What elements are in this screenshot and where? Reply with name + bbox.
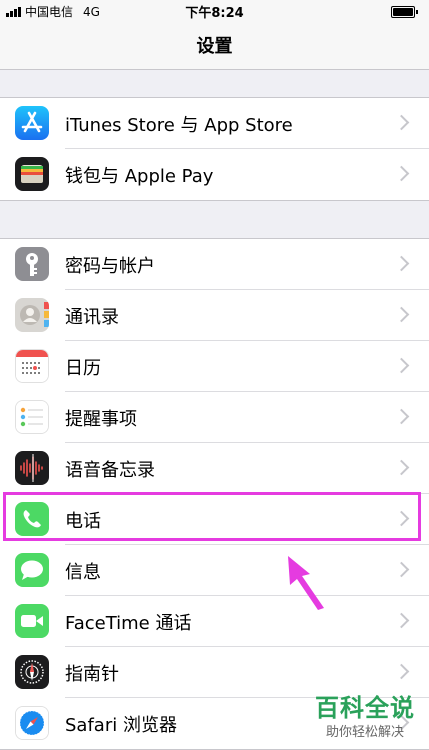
messages-icon	[15, 553, 49, 587]
chevron-right-icon	[393, 255, 410, 272]
settings-item-label: 密码与帐户	[65, 256, 155, 277]
app-store-icon	[15, 106, 49, 140]
settings-item-label: 信息	[65, 562, 101, 583]
wallet-icon	[15, 157, 49, 191]
settings-group-stores: iTunes Store 与 App Store 钱包与 Apple Pay	[0, 97, 429, 201]
safari-icon	[15, 706, 49, 740]
settings-item-label: Safari 浏览器	[65, 715, 177, 736]
chevron-right-icon	[393, 408, 410, 425]
status-time: 下午8:24	[185, 6, 244, 21]
highlight-box	[3, 492, 421, 541]
watermark: 百科全说 助你轻松解决	[315, 688, 415, 740]
settings-item-label: iTunes Store 与 App Store	[65, 115, 293, 136]
voice-memos-icon	[15, 451, 49, 485]
compass-icon	[15, 655, 49, 689]
settings-item-messages[interactable]: 信息	[0, 545, 429, 596]
nav-bar: 设置	[0, 22, 429, 70]
settings-item-label: 通讯录	[65, 307, 119, 328]
chevron-right-icon	[393, 306, 410, 323]
watermark-title: 百科全说	[315, 694, 415, 722]
status-bar: 中国电信 4G 下午8:24	[0, 0, 429, 22]
settings-item-label: FaceTime 通话	[65, 613, 192, 634]
key-icon	[15, 247, 49, 281]
chevron-right-icon	[393, 459, 410, 476]
contacts-icon	[15, 298, 49, 332]
chevron-right-icon	[393, 165, 410, 182]
watermark-subtitle: 助你轻松解决	[325, 725, 404, 740]
chevron-right-icon	[393, 663, 410, 680]
settings-item-label: 指南针	[65, 664, 119, 685]
reminders-icon	[15, 400, 49, 434]
battery-icon	[391, 6, 418, 18]
page-title: 设置	[196, 36, 233, 57]
settings-item-wallet-apple-pay[interactable]: 钱包与 Apple Pay	[0, 149, 429, 200]
chevron-right-icon	[393, 357, 410, 374]
chevron-right-icon	[393, 561, 410, 578]
settings-item-label: 语音备忘录	[65, 460, 155, 481]
settings-item-reminders[interactable]: 提醒事项	[0, 392, 429, 443]
facetime-icon	[15, 604, 49, 638]
chevron-right-icon	[393, 114, 410, 131]
pointer-arrow-icon	[288, 556, 324, 610]
settings-item-label: 提醒事项	[65, 409, 137, 430]
settings-item-calendar[interactable]: 日历	[0, 341, 429, 392]
settings-item-itunes-app-store[interactable]: iTunes Store 与 App Store	[0, 98, 429, 149]
settings-item-passwords-accounts[interactable]: 密码与帐户	[0, 239, 429, 290]
settings-item-voice-memos[interactable]: 语音备忘录	[0, 443, 429, 494]
settings-item-label: 钱包与 Apple Pay	[65, 166, 214, 187]
calendar-icon	[15, 349, 49, 383]
settings-item-contacts[interactable]: 通讯录	[0, 290, 429, 341]
chevron-right-icon	[393, 612, 410, 629]
settings-item-facetime[interactable]: FaceTime 通话	[0, 596, 429, 647]
settings-item-label: 日历	[65, 358, 101, 379]
